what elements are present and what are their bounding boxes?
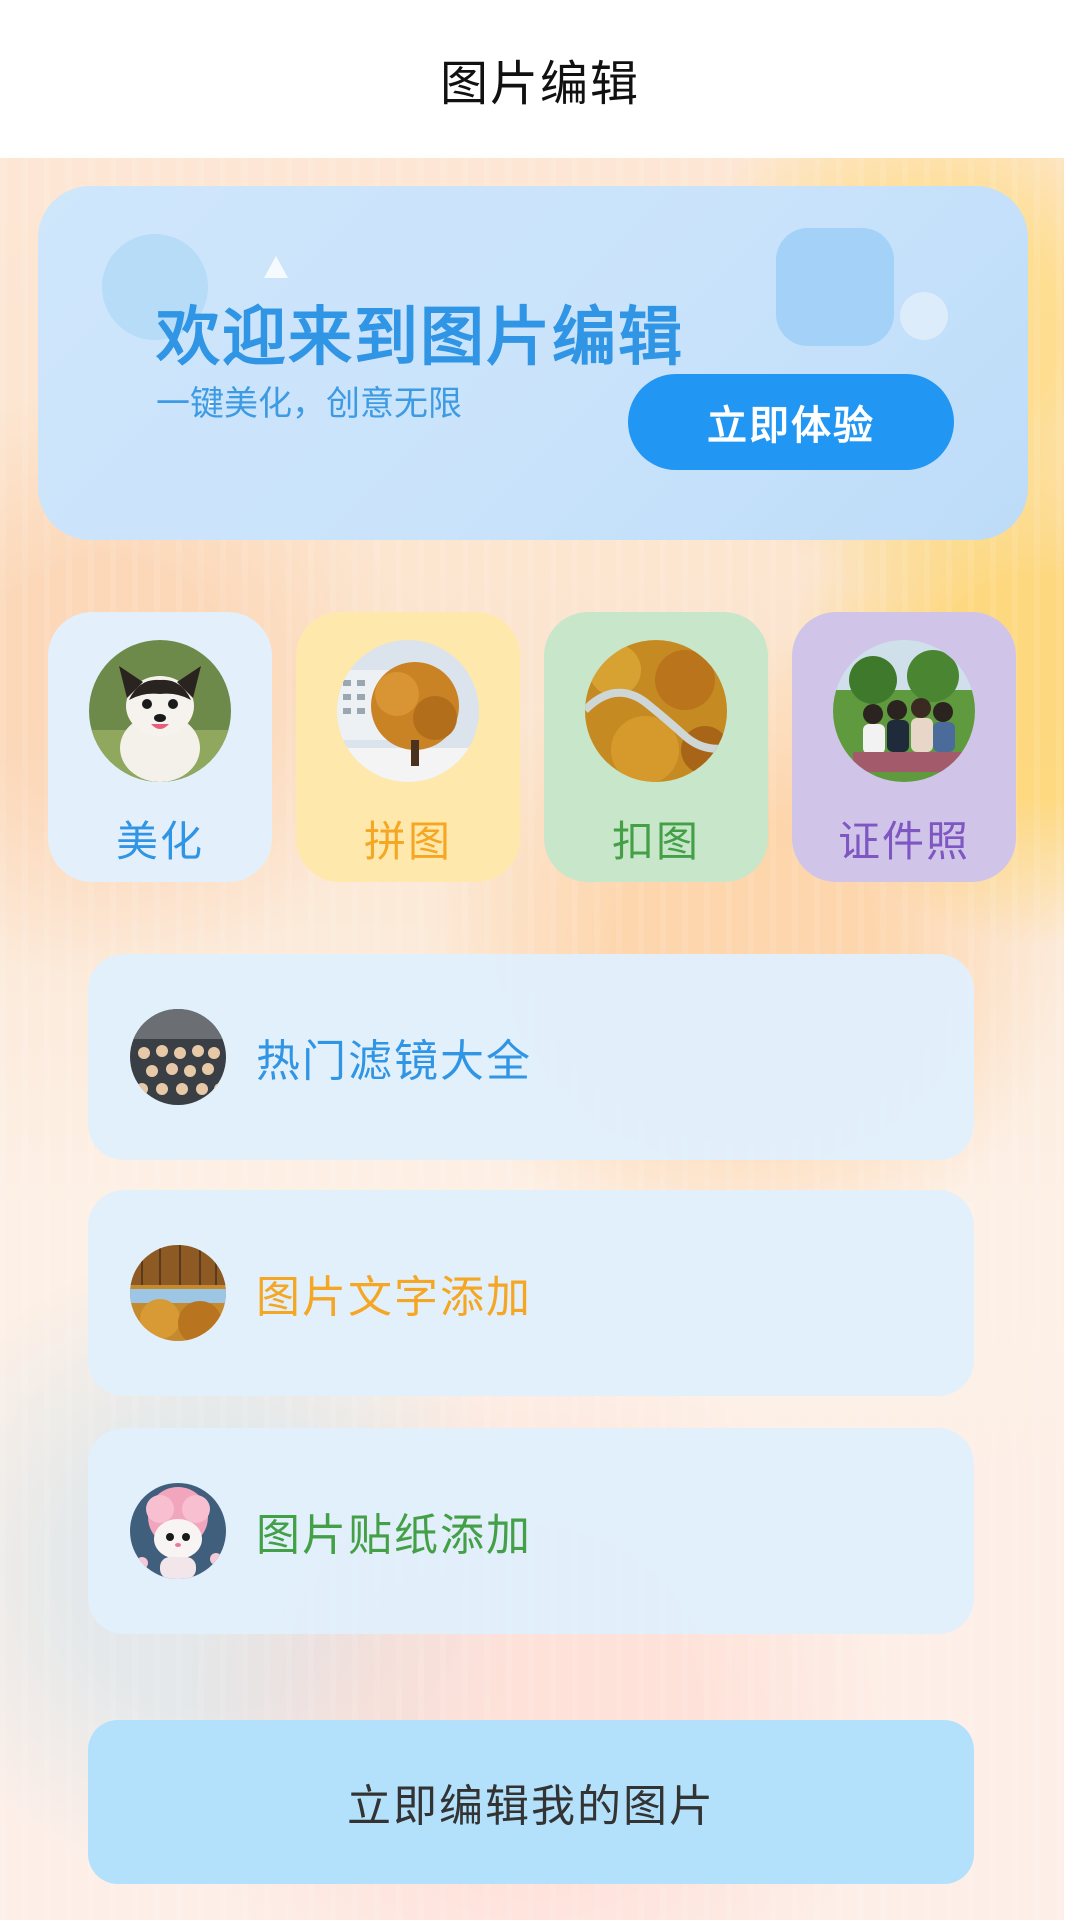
- list-item-add-text[interactable]: 图片文字添加: [88, 1190, 974, 1396]
- welcome-banner: 欢迎来到图片编辑 一键美化，创意无限 立即体验: [38, 186, 1028, 540]
- try-now-button[interactable]: 立即体验: [628, 374, 954, 470]
- banner-subtitle: 一键美化，创意无限: [156, 384, 462, 424]
- feature-label: 扣图: [611, 817, 700, 866]
- feature-label: 美化: [115, 817, 204, 866]
- puppy-thumbnail: [89, 640, 231, 782]
- feature-beautify[interactable]: 美化: [48, 612, 272, 882]
- tree-thumbnail: [337, 640, 479, 782]
- crowd-thumbnail: [130, 1009, 226, 1105]
- feature-label: 拼图: [363, 817, 452, 866]
- top-bar: 图片编辑: [0, 0, 1080, 158]
- feature-id-photo[interactable]: 证件照: [792, 612, 1016, 882]
- feature-collage[interactable]: 拼图: [296, 612, 520, 882]
- feature-label: 证件照: [837, 817, 970, 866]
- list-item-filters[interactable]: 热门滤镜大全: [88, 954, 974, 1160]
- page-title: 图片编辑: [439, 56, 640, 112]
- autumn-trees-thumbnail: [130, 1245, 226, 1341]
- autumn-forest-thumbnail: [585, 640, 727, 782]
- cta-label: 立即编辑我的图片: [347, 1781, 715, 1832]
- list-item-label: 热门滤镜大全: [256, 1036, 532, 1087]
- cartoon-cat-thumbnail: [130, 1483, 226, 1579]
- decorative-triangle: [264, 256, 288, 278]
- list-item-add-sticker[interactable]: 图片贴纸添加: [88, 1428, 974, 1634]
- decorative-circle: [900, 292, 948, 340]
- decorative-square: [776, 228, 894, 346]
- banner-title: 欢迎来到图片编辑: [156, 301, 684, 375]
- feature-cutout[interactable]: 扣图: [544, 612, 768, 882]
- list-item-label: 图片文字添加: [256, 1272, 532, 1323]
- group-photo-thumbnail: [833, 640, 975, 782]
- list-item-label: 图片贴纸添加: [256, 1510, 532, 1561]
- edit-my-photo-button[interactable]: 立即编辑我的图片: [88, 1720, 974, 1884]
